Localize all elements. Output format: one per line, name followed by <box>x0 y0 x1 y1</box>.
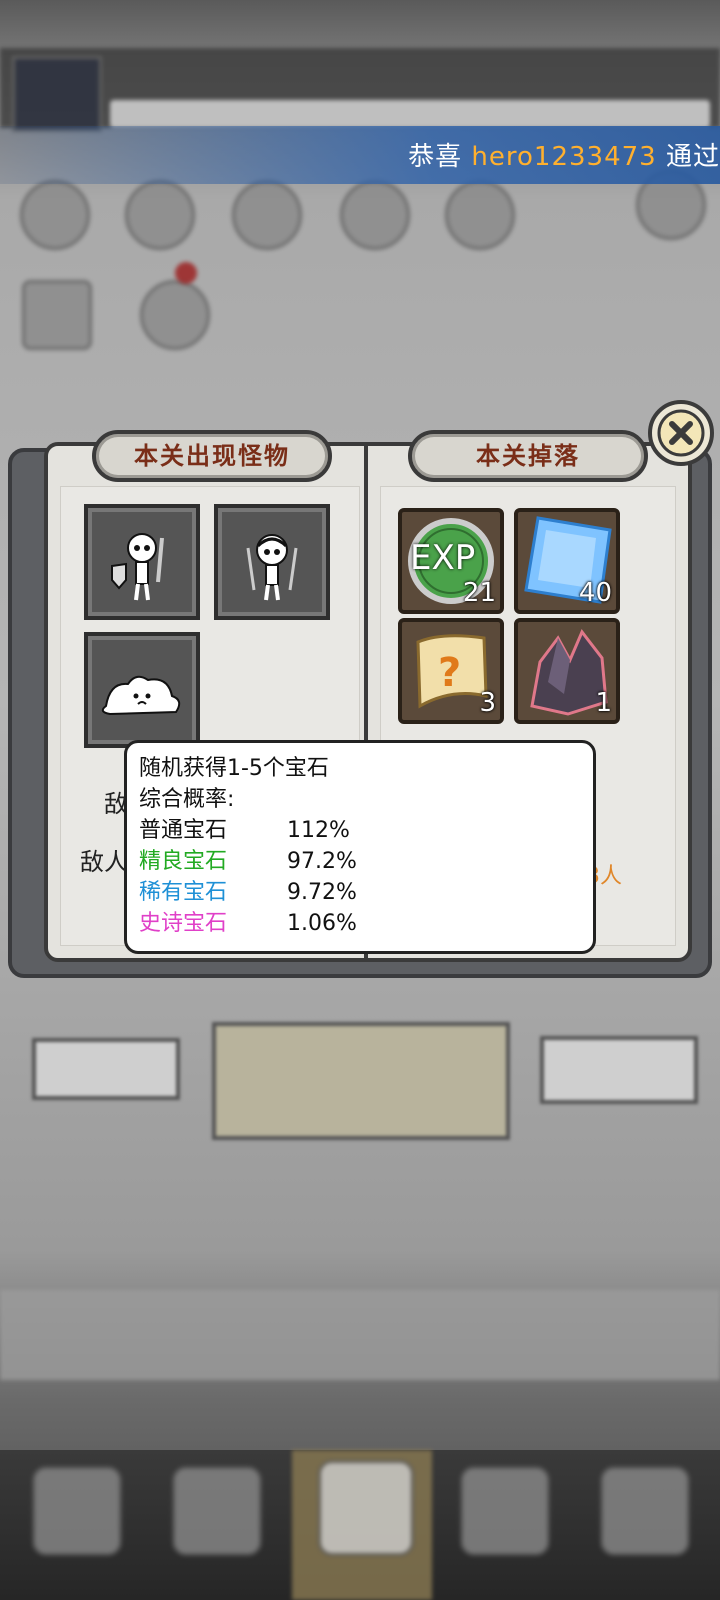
exp-label: EXP <box>410 538 476 578</box>
ticker-player-name: hero1233473 <box>471 142 657 172</box>
drop-count: 1 <box>595 688 612 718</box>
menu-icon-4 <box>340 180 410 250</box>
tooltip-row-common: 普通宝石 112% <box>139 815 581 846</box>
bottom-nav <box>0 1450 720 1600</box>
bg-button-start <box>212 1022 510 1140</box>
monster-slot[interactable] <box>84 632 200 748</box>
rarity-label: 普通宝石 <box>139 818 228 843</box>
monsters-title: 本关出现怪物 <box>92 430 332 482</box>
floor-band <box>0 1290 720 1380</box>
rarity-label: 稀有宝石 <box>139 880 228 905</box>
menu-icon-8 <box>140 280 210 350</box>
monster-slot[interactable] <box>214 504 330 620</box>
nav-camp-icon <box>460 1466 550 1556</box>
close-button[interactable] <box>648 400 714 466</box>
menu-icon-2 <box>125 180 195 250</box>
bandana-skeleton-icon <box>246 534 298 601</box>
rarity-value: 97.2% <box>287 849 357 874</box>
drop-slot-crystal[interactable]: 1 <box>514 618 620 724</box>
drops-title: 本关掉落 <box>408 430 648 482</box>
tooltip-row-rare: 稀有宝石 9.72% <box>139 877 581 908</box>
ticker-suffix: 通过 <box>665 142 720 172</box>
ticker-text: 恭喜 hero1233473 通过 <box>408 136 720 173</box>
rarity-label: 史诗宝石 <box>139 911 228 936</box>
avatar <box>12 56 102 132</box>
slime-icon <box>101 675 181 716</box>
announcement-ticker: 恭喜 hero1233473 通过 <box>0 126 720 184</box>
drop-slot-blue-gem[interactable]: 40 <box>514 508 620 614</box>
tooltip-row-epic: 史诗宝石 1.06% <box>139 908 581 939</box>
tooltip-subtitle: 综合概率: <box>139 787 235 812</box>
rarity-value: 9.72% <box>287 880 357 905</box>
drop-count: 21 <box>462 578 496 608</box>
menu-icon-1 <box>20 180 90 250</box>
drop-slot-exp[interactable]: EXP 21 <box>398 508 504 614</box>
ticker-prefix: 恭喜 <box>408 142 463 172</box>
skeleton-shield-icon <box>111 533 164 601</box>
drop-count: 3 <box>479 688 496 718</box>
currency-bar <box>110 100 710 128</box>
nav-battle-icon <box>318 1460 414 1556</box>
drop-count: 40 <box>578 578 612 608</box>
menu-icon-5 <box>445 180 515 250</box>
svg-text:?: ? <box>438 650 461 696</box>
close-icon <box>657 409 705 457</box>
rarity-value: 112% <box>287 818 350 843</box>
rarity-label: 精良宝石 <box>139 849 228 874</box>
drop-tooltip: 随机获得1-5个宝石 综合概率: 普通宝石 112% 精良宝石 97.2% 稀有宝石… <box>124 740 596 954</box>
nav-shop-icon <box>32 1466 122 1556</box>
tooltip-row-fine: 精良宝石 97.2% <box>139 846 581 877</box>
enemy-info-line-2: 敌人 <box>80 848 128 876</box>
tooltip-title: 随机获得1-5个宝石 <box>139 756 329 781</box>
monster-slot[interactable] <box>84 504 200 620</box>
drop-slot-scroll[interactable]: ? 3 <box>398 618 504 724</box>
notification-dot <box>175 262 197 284</box>
menu-icon-3 <box>232 180 302 250</box>
bg-button-right <box>540 1036 698 1104</box>
rarity-value: 1.06% <box>287 911 357 936</box>
bg-button-left <box>32 1038 180 1100</box>
nav-equip-icon <box>172 1466 262 1556</box>
nav-challenge-icon <box>600 1466 690 1556</box>
menu-icon-7 <box>22 280 92 350</box>
